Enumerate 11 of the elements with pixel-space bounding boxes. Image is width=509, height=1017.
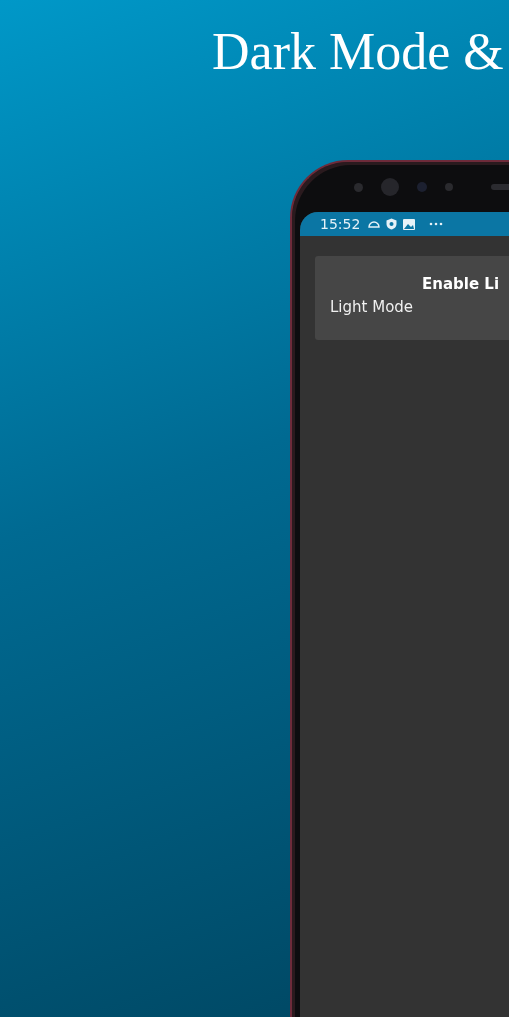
sensor-icon [445,183,453,191]
sensor-icon [417,182,427,192]
shield-icon [386,218,398,230]
sensor-icon [354,182,363,192]
card-title: Enable Li [422,275,500,293]
more-icon [429,222,444,226]
status-time: 15:52 [320,216,361,232]
setting-label: Light Mode [330,298,414,316]
camera-icon [381,178,399,196]
image-icon [403,218,416,230]
headline: Dark Mode & [212,22,505,82]
